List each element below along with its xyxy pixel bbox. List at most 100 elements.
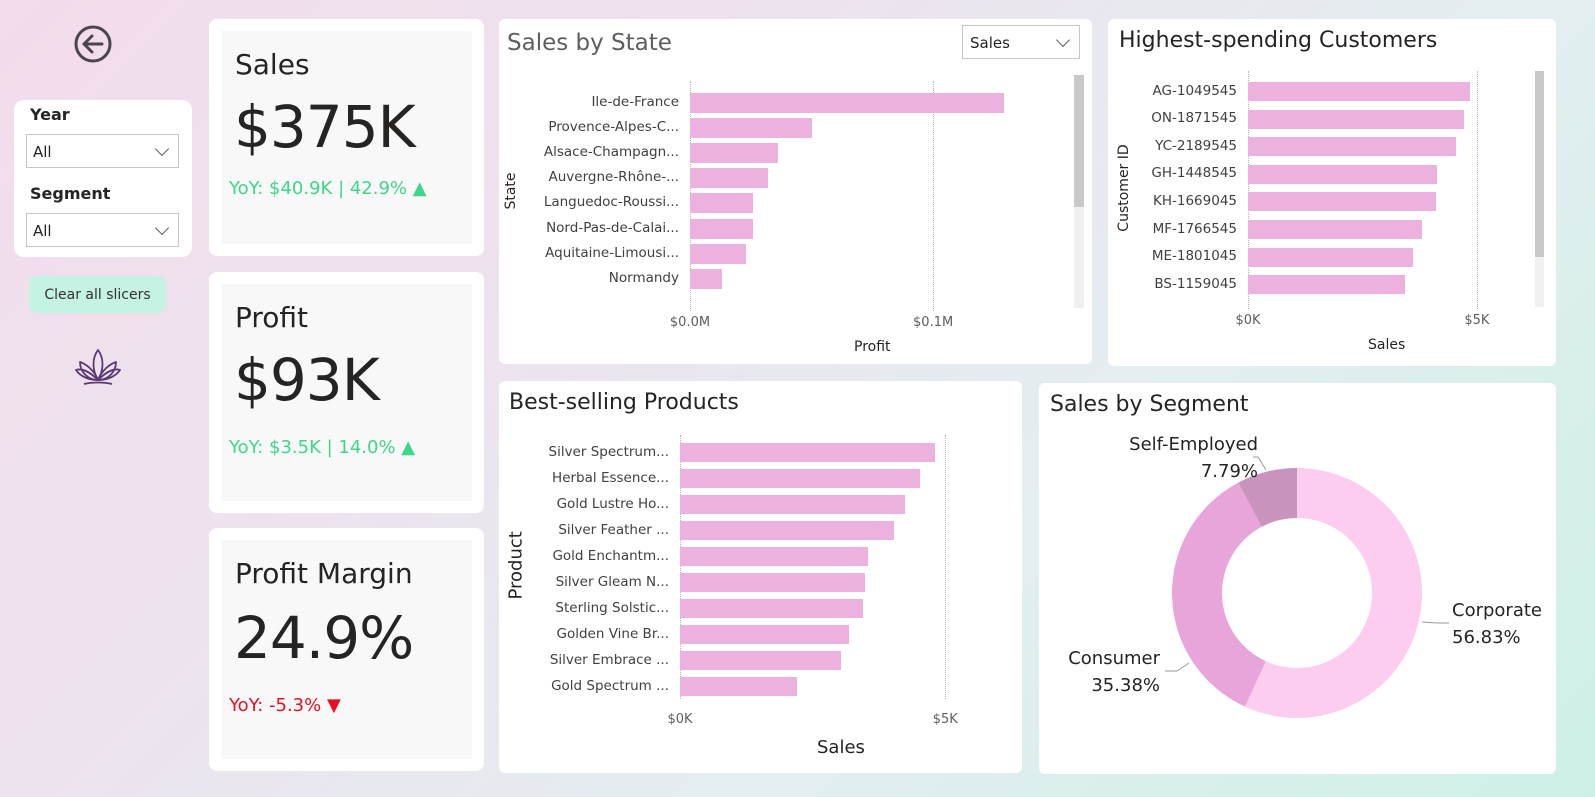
bar[interactable] — [680, 443, 935, 462]
bar[interactable] — [680, 469, 921, 488]
kpi-value: 24.9% — [234, 604, 414, 672]
category-label: Gold Spectrum ... — [551, 677, 669, 694]
bar[interactable] — [680, 651, 842, 670]
bar[interactable] — [680, 677, 798, 696]
sales-kpi-card: Sales $375K YoY: $40.9K | 42.9% ▲ — [209, 19, 484, 256]
kpi-title: Profit Margin — [235, 557, 413, 590]
bar[interactable] — [690, 168, 768, 189]
customer-bar-plot: $0K $5K AG-1049545 ON-1871545 YC-2189545 GH-1… — [1108, 19, 1556, 366]
kpi-background: Sales $375K YoY: $40.9K | 42.9% ▲ — [221, 31, 472, 244]
category-label: Herbal Essence... — [552, 469, 669, 486]
bar[interactable] — [680, 573, 865, 592]
bar[interactable] — [680, 495, 906, 514]
category-label: Alsace-Champagn... — [543, 144, 679, 161]
bar[interactable] — [680, 599, 864, 618]
segment-dropdown-value: All — [33, 222, 52, 240]
kpi-yoy: YoY: -5.3% ▼ — [229, 695, 341, 716]
bar[interactable] — [680, 625, 849, 644]
kpi-background: Profit $93K YoY: $3.5K | 14.0% ▲ — [221, 284, 472, 501]
x-tick-label: $0K — [1235, 313, 1261, 328]
best-products-card: Best-selling Products Product $0K $5K Silv… — [499, 381, 1022, 773]
product-bar-plot: $0K $5K Silver Spectrum... Herbal Essence..… — [499, 381, 1022, 773]
consumer-leader-line — [1165, 662, 1190, 672]
bar[interactable] — [690, 143, 778, 164]
back-arrow-icon — [74, 25, 112, 63]
x-axis-title: Profit — [854, 339, 891, 355]
kpi-value: $375K — [234, 93, 416, 161]
category-label: Auvergne-Rhône-... — [548, 169, 679, 186]
category-label: KH-1669045 — [1153, 192, 1237, 209]
sales-by-state-card: Sales by State Sales State $0.0M $0.1M Ile… — [499, 19, 1092, 364]
lotus-logo — [74, 346, 122, 388]
category-label: Languedoc-Roussi... — [543, 194, 679, 211]
bar[interactable] — [690, 268, 722, 289]
bar[interactable] — [1248, 109, 1465, 129]
scrollbar-track[interactable] — [1535, 71, 1544, 307]
category-label: ME-1801045 — [1151, 248, 1237, 265]
gridline — [1476, 71, 1478, 309]
bar[interactable] — [1248, 247, 1413, 267]
category-label: BS-1159045 — [1154, 275, 1237, 292]
category-label: Silver Embrace ... — [549, 651, 669, 668]
bar[interactable] — [690, 118, 812, 139]
category-label: GH-1448545 — [1151, 165, 1237, 182]
x-tick-label: $0K — [667, 712, 693, 727]
category-label: Aquitaine-Limousi... — [545, 244, 679, 261]
kpi-title: Sales — [235, 48, 310, 81]
bar[interactable] — [1248, 82, 1471, 101]
lotus-logo-icon — [75, 349, 121, 385]
category-label: Gold Enchantm... — [552, 547, 669, 564]
bar[interactable] — [1248, 192, 1436, 212]
slicer-panel: Year All Segment All — [14, 100, 192, 257]
year-dropdown-value: All — [33, 143, 52, 161]
bar[interactable] — [1248, 164, 1437, 184]
chevron-down-icon — [154, 141, 170, 157]
corporate-label: Corporate 56.83% — [1452, 600, 1542, 648]
scrollbar-thumb[interactable] — [1074, 75, 1084, 207]
kpi-yoy: YoY: $3.5K | 14.0% ▲ — [229, 437, 416, 458]
bar[interactable] — [1248, 275, 1406, 295]
x-tick-label: $0.0M — [669, 315, 711, 330]
x-axis-title: Sales — [817, 737, 865, 758]
consumer-label: Consumer 35.38% — [1068, 648, 1160, 696]
profit-kpi-card: Profit $93K YoY: $3.5K | 14.0% ▲ — [209, 272, 484, 513]
kpi-background: Profit Margin 24.9% YoY: -5.3% ▼ — [221, 540, 472, 759]
category-label: Silver Spectrum... — [548, 443, 670, 460]
bar[interactable] — [680, 547, 869, 566]
clear-slicers-button[interactable]: Clear all slicers — [29, 276, 166, 313]
x-tick-label: $0.1M — [913, 315, 954, 330]
bar[interactable] — [680, 521, 894, 540]
scrollbar-thumb[interactable] — [1535, 71, 1544, 257]
x-tick-label: $5K — [932, 712, 958, 727]
category-label: AG-1049545 — [1152, 82, 1237, 99]
gridline — [1248, 71, 1249, 309]
category-label: MF-1766545 — [1152, 220, 1237, 237]
category-label: Sterling Solstic... — [555, 599, 669, 616]
bar[interactable] — [1248, 137, 1457, 157]
x-axis-title: Sales — [1368, 337, 1406, 353]
back-button[interactable] — [73, 24, 113, 64]
bar[interactable] — [1248, 220, 1422, 239]
category-label: Normandy — [608, 269, 679, 286]
category-label: Golden Vine Br... — [556, 625, 669, 642]
category-label: Ile-de-France — [591, 94, 679, 110]
top-customers-card: Highest-spending Customers Customer ID $… — [1108, 19, 1556, 366]
consumer-slice[interactable] — [1172, 482, 1266, 707]
bar[interactable] — [690, 218, 754, 239]
segment-slicer-label: Segment — [30, 184, 111, 203]
category-label: Provence-Alpes-C... — [548, 119, 679, 136]
segment-dropdown[interactable]: All — [26, 213, 179, 247]
category-label: Silver Gleam N... — [555, 573, 669, 590]
gridline — [933, 81, 935, 311]
bar[interactable] — [690, 243, 746, 264]
year-dropdown[interactable]: All — [26, 134, 179, 168]
bar[interactable] — [690, 193, 754, 214]
category-label: Gold Lustre Ho... — [556, 495, 669, 512]
bar[interactable] — [690, 93, 1004, 113]
category-label: Silver Feather ... — [558, 521, 669, 538]
category-label: ON-1871545 — [1151, 110, 1237, 127]
gridline — [945, 435, 947, 699]
self-employed-label: Self-Employed 7.79% — [1129, 434, 1258, 482]
category-label: YC-2189545 — [1155, 137, 1237, 154]
scrollbar-track[interactable] — [1074, 75, 1084, 308]
